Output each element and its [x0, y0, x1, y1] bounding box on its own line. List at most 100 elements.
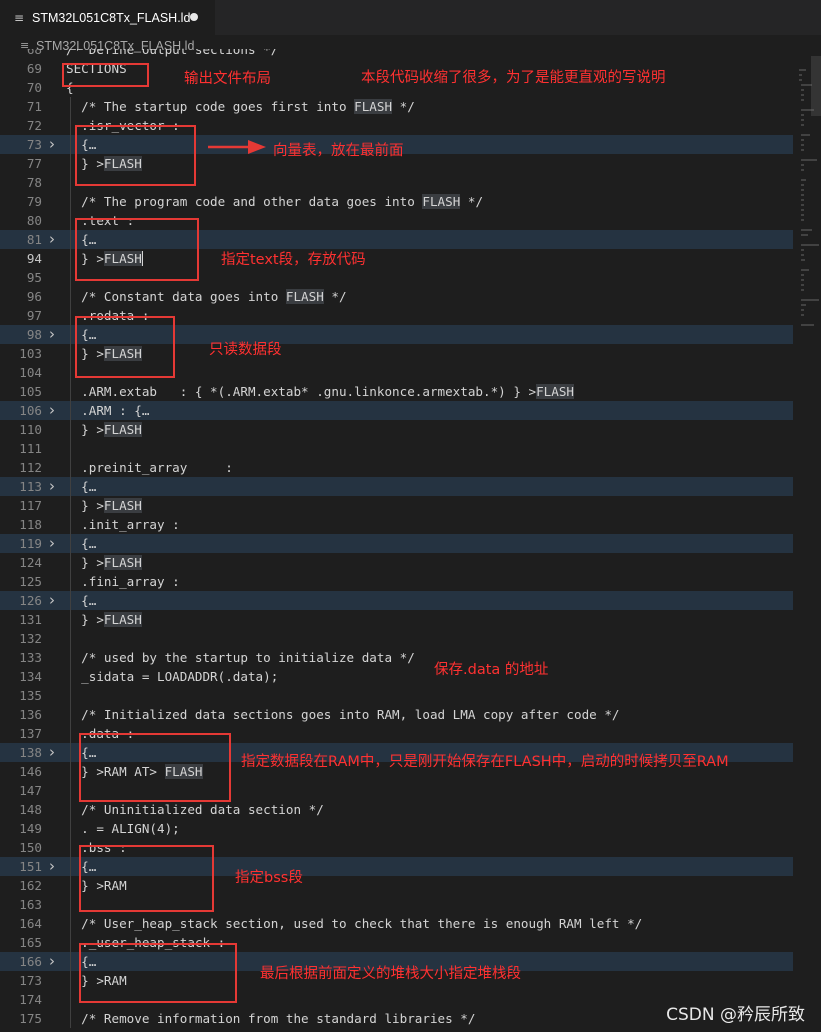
code-text: /* The program code and other data goes … — [66, 194, 484, 209]
line-number: 94 — [26, 251, 42, 266]
code-line[interactable]: 106 › .ARM : {… — [0, 401, 793, 420]
code-line[interactable]: 134 _sidata = LOADADDR(.data); — [0, 667, 793, 686]
line-number: 151 — [19, 859, 42, 874]
code-text: /* Constant data goes into FLASH */ — [66, 289, 347, 304]
line-number: 113 — [19, 479, 42, 494]
fold-chevron-icon[interactable]: › — [49, 401, 61, 420]
fold-chevron-icon[interactable]: › — [49, 325, 61, 344]
fold-chevron-icon[interactable]: › — [49, 952, 61, 971]
code-text: .init_array : — [66, 517, 180, 532]
code-text: .ARM : {… — [66, 403, 150, 418]
code-line[interactable]: 113 › {… — [0, 477, 793, 496]
line-number: 105 — [19, 384, 42, 399]
code-line[interactable]: 119 › {… — [0, 534, 793, 553]
line-number: 98 — [26, 327, 42, 342]
code-line[interactable]: 79 /* The program code and other data go… — [0, 192, 793, 211]
code-text: } >FLASH — [66, 555, 142, 570]
watermark: CSDN @矜辰所致 — [666, 1005, 805, 1025]
fold-chevron-icon[interactable]: › — [49, 135, 61, 154]
line-number: 79 — [26, 194, 42, 209]
code-text: } >FLASH — [66, 498, 142, 513]
tab-title: STM32L051C8Tx_FLASH.ld — [32, 10, 191, 25]
minimap-line — [801, 309, 804, 311]
line-number: 125 — [19, 574, 42, 589]
line-number: 135 — [19, 688, 42, 703]
line-number: 166 — [19, 954, 42, 969]
annotation-collapse-note: 本段代码收缩了很多，为了是能更直观的写说明 — [361, 70, 666, 86]
code-line[interactable]: 118 .init_array : — [0, 515, 793, 534]
fold-chevron-icon[interactable]: › — [49, 857, 61, 876]
line-number: 175 — [19, 1011, 42, 1026]
line-number: 103 — [19, 346, 42, 361]
minimap-line — [801, 219, 804, 221]
line-number: 150 — [19, 840, 42, 855]
minimap-line — [801, 284, 804, 286]
unsaved-dot-icon[interactable] — [190, 13, 198, 21]
code-line[interactable]: 105 .ARM.extab : { *(.ARM.extab* .gnu.li… — [0, 382, 793, 401]
annotation-bss: 指定bss段 — [235, 870, 303, 886]
line-number: 117 — [19, 498, 42, 513]
fold-chevron-icon[interactable]: › — [49, 477, 61, 496]
code-text: .preinit_array : — [66, 460, 233, 475]
code-line[interactable]: 110 } >FLASH — [0, 420, 793, 439]
code-text: .ARM.extab : { *(.ARM.extab* .gnu.linkon… — [66, 384, 575, 399]
line-number: 96 — [26, 289, 42, 304]
line-number: 131 — [19, 612, 42, 627]
code-line[interactable]: 148 /* Uninitialized data section */ — [0, 800, 793, 819]
minimap-line — [801, 234, 808, 236]
code-line[interactable]: 126 › {… — [0, 591, 793, 610]
line-number: 173 — [19, 973, 42, 988]
line-number: 73 — [26, 137, 42, 152]
annotation-heap-stack: 最后根据前面定义的堆栈大小指定堆栈段 — [260, 966, 521, 982]
minimap-line — [801, 324, 814, 326]
code-line[interactable]: 71 /* The startup code goes first into F… — [0, 97, 793, 116]
annotation-sections: 输出文件布局 — [184, 71, 271, 87]
code-text: /* The startup code goes first into FLAS… — [66, 99, 415, 114]
fold-chevron-icon[interactable]: › — [49, 230, 61, 249]
minimap[interactable] — [793, 49, 821, 1032]
file-lines-icon: ≡ — [14, 10, 25, 25]
code-line[interactable]: 131 } >FLASH — [0, 610, 793, 629]
code-text: /* Uninitialized data section */ — [66, 802, 324, 817]
code-line[interactable]: 96 /* Constant data goes into FLASH */ — [0, 287, 793, 306]
code-line[interactable]: 133 /* used by the startup to initialize… — [0, 648, 793, 667]
editor-tab[interactable]: ≡ STM32L051C8Tx_FLASH.ld — [0, 0, 215, 35]
code-line[interactable]: 68 /* Define output sections */ — [0, 49, 793, 59]
minimap-line — [801, 124, 804, 126]
fold-chevron-icon[interactable]: › — [49, 743, 61, 762]
code-line[interactable]: 132 — [0, 629, 793, 648]
code-line[interactable]: 136 /* Initialized data sections goes in… — [0, 705, 793, 724]
annotation-arrow-icon — [208, 140, 266, 154]
line-number: 77 — [26, 156, 42, 171]
minimap-line — [801, 229, 812, 231]
code-line[interactable]: 135 — [0, 686, 793, 705]
code-line[interactable]: 164 /* User_heap_stack section, used to … — [0, 914, 793, 933]
line-number: 162 — [19, 878, 42, 893]
line-number: 68 — [26, 49, 42, 57]
line-number: 106 — [19, 403, 42, 418]
fold-chevron-icon[interactable]: › — [49, 591, 61, 610]
code-text: . = ALIGN(4); — [66, 821, 180, 836]
code-line[interactable]: 112 .preinit_array : — [0, 458, 793, 477]
minimap-line — [801, 269, 809, 271]
minimap-line — [801, 279, 804, 281]
minimap-line — [801, 144, 804, 146]
code-line[interactable]: 149 . = ALIGN(4); — [0, 819, 793, 838]
minimap-line — [799, 74, 802, 76]
vertical-scrollbar[interactable] — [811, 56, 821, 116]
annotation-box-sections — [62, 63, 149, 87]
minimap-line — [799, 69, 806, 71]
annotation-box-text — [75, 218, 199, 281]
minimap-line — [799, 79, 802, 81]
minimap-line — [801, 314, 804, 316]
minimap-line — [801, 209, 805, 211]
minimap-line — [801, 184, 804, 186]
code-line[interactable]: 117 } >FLASH — [0, 496, 793, 515]
code-line[interactable]: 111 — [0, 439, 793, 458]
line-number: 119 — [19, 536, 42, 551]
annotation-rodata: 只读数据段 — [209, 342, 282, 358]
code-line[interactable]: 125 .fini_array : — [0, 572, 793, 591]
fold-chevron-icon[interactable]: › — [49, 534, 61, 553]
minimap-line — [801, 214, 804, 216]
code-line[interactable]: 124 } >FLASH — [0, 553, 793, 572]
